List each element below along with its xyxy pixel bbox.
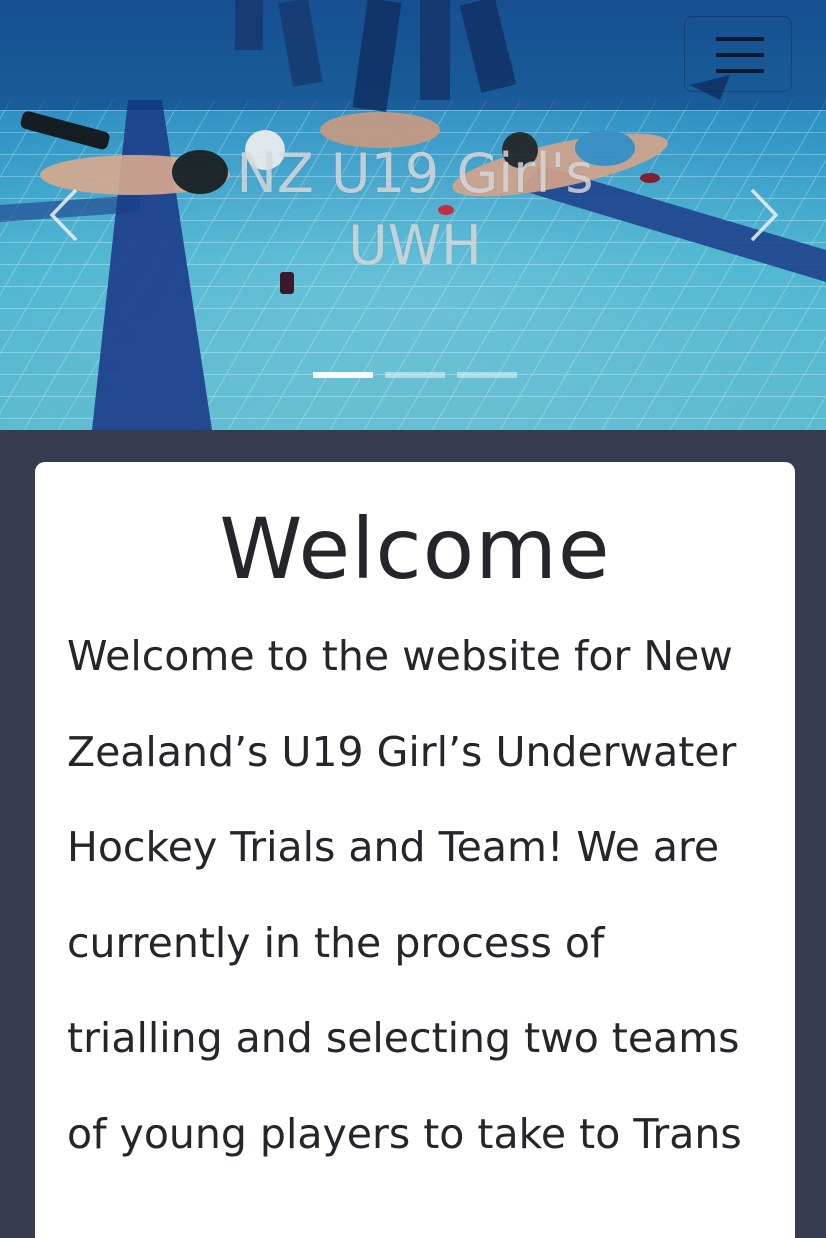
carousel-indicator-1[interactable] bbox=[313, 372, 373, 378]
hero-carousel: NZ U19 Girl's UWH bbox=[0, 0, 826, 430]
carousel-prev-button[interactable] bbox=[30, 170, 100, 260]
hamburger-menu-icon bbox=[716, 37, 764, 41]
carousel-indicator-2[interactable] bbox=[385, 372, 445, 378]
hamburger-menu-icon-bar bbox=[716, 69, 764, 73]
chevron-left-icon bbox=[49, 188, 78, 242]
welcome-title: Welcome bbox=[219, 500, 611, 598]
hamburger-menu-icon-bar bbox=[716, 53, 764, 57]
carousel-indicator-3[interactable] bbox=[457, 372, 517, 378]
chevron-right-icon bbox=[750, 188, 779, 242]
carousel-caption: NZ U19 Girl's UWH bbox=[236, 142, 594, 277]
carousel-next-button[interactable] bbox=[728, 170, 798, 260]
menu-toggle-button[interactable] bbox=[684, 16, 792, 92]
page: NZ U19 Girl's UWH Welcome Welcome to the… bbox=[0, 0, 826, 1238]
carousel-indicators bbox=[313, 372, 523, 380]
welcome-card: Welcome Welcome to the website for New Z… bbox=[35, 462, 795, 1238]
navbar bbox=[0, 0, 826, 110]
welcome-body: Welcome to the website for New Zealand’s… bbox=[67, 632, 742, 1158]
